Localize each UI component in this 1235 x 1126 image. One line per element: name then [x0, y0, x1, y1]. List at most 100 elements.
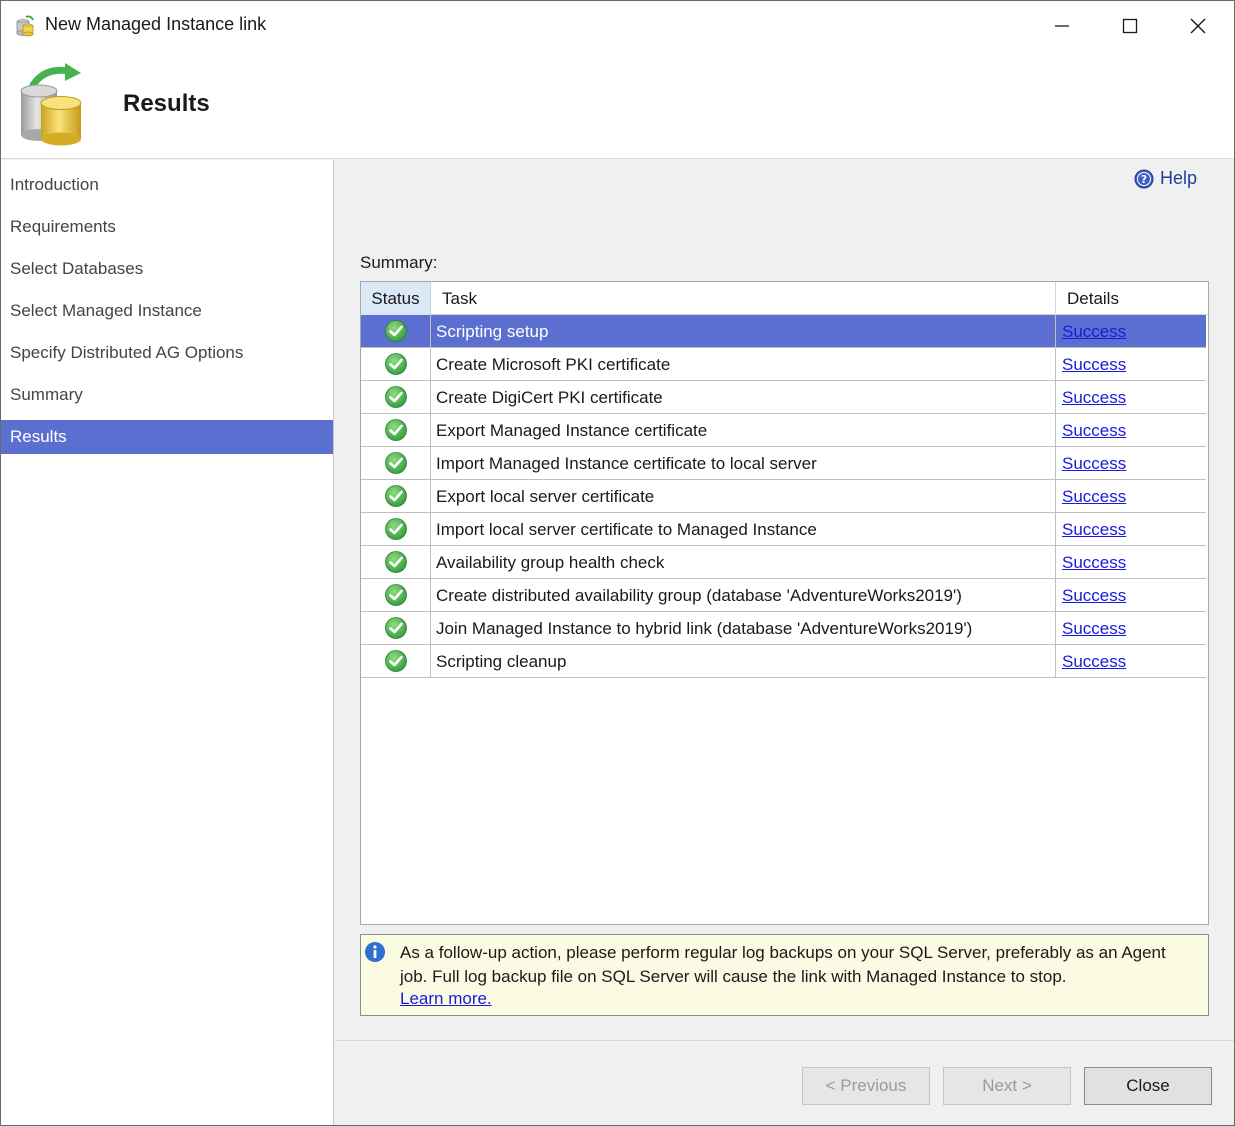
close-window-button[interactable] — [1164, 1, 1232, 51]
status-cell — [361, 414, 431, 447]
task-cell: Create Microsoft PKI certificate — [431, 348, 1056, 381]
sidebar-item-introduction[interactable]: Introduction — [1, 168, 333, 202]
wizard-header: Results — [1, 51, 1234, 159]
details-success-link[interactable]: Success — [1062, 454, 1126, 473]
details-cell: Success — [1056, 447, 1206, 480]
table-row[interactable]: Scripting cleanup Success — [361, 645, 1206, 678]
minimize-icon — [1055, 25, 1069, 27]
status-cell — [361, 645, 431, 678]
success-check-icon — [384, 452, 407, 474]
database-app-icon — [14, 15, 36, 37]
success-check-icon — [384, 518, 407, 540]
details-success-link[interactable]: Success — [1062, 355, 1126, 374]
status-cell — [361, 447, 431, 480]
column-header-details[interactable]: Details — [1056, 282, 1208, 315]
details-success-link[interactable]: Success — [1062, 520, 1126, 539]
status-cell — [361, 513, 431, 546]
results-table: Status Task Details Scripting setup Succe… — [360, 281, 1209, 925]
task-cell: Create distributed availability group (d… — [431, 579, 1056, 612]
status-cell — [361, 480, 431, 513]
details-success-link[interactable]: Success — [1062, 421, 1126, 440]
info-message-box: As a follow-up action, please perform re… — [360, 934, 1209, 1016]
sidebar-item-results[interactable]: Results — [1, 420, 333, 454]
sidebar-item-select-managed-instance[interactable]: Select Managed Instance — [1, 294, 333, 328]
sidebar-item-summary[interactable]: Summary — [1, 378, 333, 412]
close-button[interactable]: Close — [1084, 1067, 1212, 1105]
database-sync-icon — [15, 63, 95, 149]
table-row[interactable]: Scripting setup Success — [361, 315, 1206, 348]
close-icon — [1190, 18, 1206, 34]
details-cell: Success — [1056, 645, 1206, 678]
details-cell: Success — [1056, 315, 1206, 348]
summary-label: Summary: — [360, 253, 438, 272]
status-cell — [361, 612, 431, 645]
details-cell: Success — [1056, 612, 1206, 645]
main-panel: ? Help Summary: Status Task Details Scri… — [335, 160, 1234, 1125]
details-cell: Success — [1056, 348, 1206, 381]
table-row[interactable]: Import Managed Instance certificate to l… — [361, 447, 1206, 480]
minimize-button[interactable] — [1028, 1, 1096, 51]
details-success-link[interactable]: Success — [1062, 619, 1126, 638]
details-success-link[interactable]: Success — [1062, 652, 1126, 671]
task-cell: Create DigiCert PKI certificate — [431, 381, 1056, 414]
details-cell: Success — [1056, 513, 1206, 546]
details-success-link[interactable]: Success — [1062, 322, 1126, 341]
success-check-icon — [384, 386, 407, 408]
help-icon: ? — [1134, 169, 1154, 188]
column-header-task[interactable]: Task — [431, 282, 1056, 315]
info-message-text: As a follow-up action, please perform re… — [400, 943, 1166, 986]
table-row[interactable]: Join Managed Instance to hybrid link (da… — [361, 612, 1206, 645]
table-row[interactable]: Create distributed availability group (d… — [361, 579, 1206, 612]
help-link[interactable]: ? Help — [1134, 168, 1197, 189]
sidebar-item-select-databases[interactable]: Select Databases — [1, 252, 333, 286]
task-cell: Join Managed Instance to hybrid link (da… — [431, 612, 1056, 645]
previous-button[interactable]: < Previous — [802, 1067, 930, 1105]
table-row[interactable]: Import local server certificate to Manag… — [361, 513, 1206, 546]
status-cell — [361, 348, 431, 381]
success-check-icon — [384, 320, 407, 342]
wizard-window: New Managed Instance link Results Introd… — [0, 0, 1235, 1126]
table-header: Status Task Details — [361, 282, 1208, 315]
details-success-link[interactable]: Success — [1062, 553, 1126, 572]
success-check-icon — [384, 353, 407, 375]
svg-text:?: ? — [1141, 173, 1147, 186]
details-cell: Success — [1056, 579, 1206, 612]
sidebar-item-requirements[interactable]: Requirements — [1, 210, 333, 244]
details-cell: Success — [1056, 546, 1206, 579]
task-cell: Import local server certificate to Manag… — [431, 513, 1056, 546]
status-cell — [361, 546, 431, 579]
success-check-icon — [384, 584, 407, 606]
table-row[interactable]: Availability group health check Success — [361, 546, 1206, 579]
success-check-icon — [384, 617, 407, 639]
column-header-status[interactable]: Status — [361, 282, 431, 315]
wizard-steps-sidebar: Introduction Requirements Select Databas… — [1, 160, 334, 1125]
title-bar: New Managed Instance link — [1, 1, 1234, 51]
button-separator — [335, 1040, 1234, 1041]
task-cell: Export Managed Instance certificate — [431, 414, 1056, 447]
status-cell — [361, 579, 431, 612]
maximize-button[interactable] — [1096, 1, 1164, 51]
table-row[interactable]: Export local server certificate Success — [361, 480, 1206, 513]
task-cell: Scripting cleanup — [431, 645, 1056, 678]
task-cell: Export local server certificate — [431, 480, 1056, 513]
window-title: New Managed Instance link — [45, 14, 267, 34]
learn-more-link[interactable]: Learn more. — [400, 989, 492, 1009]
task-cell: Import Managed Instance certificate to l… — [431, 447, 1056, 480]
info-icon — [364, 941, 386, 963]
details-success-link[interactable]: Success — [1062, 586, 1126, 605]
table-row[interactable]: Create Microsoft PKI certificate Success — [361, 348, 1206, 381]
status-cell — [361, 315, 431, 348]
details-cell: Success — [1056, 480, 1206, 513]
next-button[interactable]: Next > — [943, 1067, 1071, 1105]
table-row[interactable]: Export Managed Instance certificate Succe… — [361, 414, 1206, 447]
details-cell: Success — [1056, 414, 1206, 447]
details-success-link[interactable]: Success — [1062, 388, 1126, 407]
details-cell: Success — [1056, 381, 1206, 414]
success-check-icon — [384, 551, 407, 573]
page-title: Results — [123, 90, 210, 117]
table-row[interactable]: Create DigiCert PKI certificate Success — [361, 381, 1206, 414]
sidebar-item-specify-distributed-ag-options[interactable]: Specify Distributed AG Options — [1, 336, 333, 370]
success-check-icon — [384, 650, 407, 672]
task-cell: Scripting setup — [431, 315, 1056, 348]
details-success-link[interactable]: Success — [1062, 487, 1126, 506]
